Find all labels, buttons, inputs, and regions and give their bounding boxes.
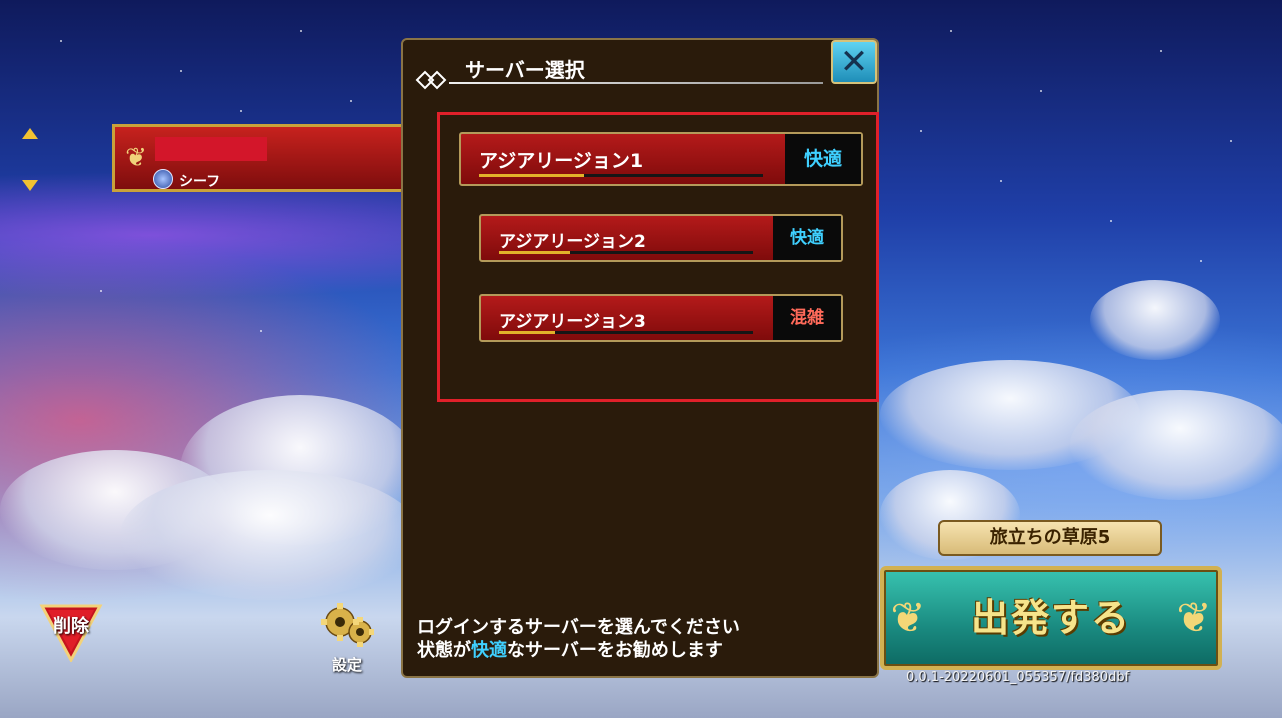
server-item[interactable]: アジアリージョン1 快適: [459, 132, 863, 186]
scroll-up-arrow-icon[interactable]: [22, 128, 38, 139]
ornament-icon: ❦: [125, 143, 147, 173]
server-load-bar: [479, 174, 763, 177]
server-load-fill: [499, 251, 571, 254]
server-load-bar: [499, 251, 753, 254]
server-status: 快適: [773, 216, 841, 260]
message-suffix: なサーバーをお勧めします: [507, 640, 723, 661]
server-name: アジアリージョン3: [499, 312, 646, 332]
title-divider: [449, 82, 823, 84]
server-status: 快適: [785, 134, 861, 184]
server-item[interactable]: アジアリージョン2 快適: [479, 214, 843, 262]
delete-button[interactable]: 削除: [38, 602, 104, 662]
character-class: シーフ: [179, 174, 221, 190]
area-name-label: 旅立ちの草原5: [938, 520, 1162, 556]
settings-label[interactable]: 設定: [318, 654, 376, 675]
dialog-message: ログインするサーバーを選んでください 状態が快適なサーバーをお勧めします: [417, 616, 740, 662]
close-icon: ✕: [839, 42, 869, 82]
message-prefix: 状態が: [417, 640, 471, 661]
version-text: 0.0.1-20220601_055357/fd380dbf: [906, 670, 1130, 685]
close-button[interactable]: ✕: [831, 40, 877, 84]
server-select-dialog: サーバー選択 ✕ アジアリージョン1 快適 アジアリージョン2 快適 アジアリー…: [401, 38, 879, 678]
character-card[interactable]: ❦ シーフ: [112, 124, 412, 192]
depart-button[interactable]: ❦ ❦ 出発する: [880, 566, 1222, 670]
dialog-title: サーバー選択: [465, 58, 585, 82]
server-status: 混雑: [773, 296, 841, 340]
scroll-down-arrow-icon[interactable]: [22, 180, 38, 191]
message-line-2: 状態が快適なサーバーをお勧めします: [417, 639, 740, 662]
character-name-redacted: [155, 137, 267, 161]
server-load-fill: [499, 331, 555, 334]
server-load-bar: [499, 331, 753, 334]
server-name: アジアリージョン2: [499, 232, 646, 252]
message-accent: 快適: [471, 640, 507, 661]
server-item[interactable]: アジアリージョン3 混雑: [479, 294, 843, 342]
message-line-1: ログインするサーバーを選んでください: [417, 617, 740, 638]
depart-label: 出発する: [970, 596, 1131, 640]
server-name: アジアリージョン1: [479, 150, 644, 172]
delete-label: 削除: [53, 616, 89, 637]
server-load-fill: [479, 174, 585, 177]
gear-icon[interactable]: [318, 600, 376, 650]
shield-icon: [153, 169, 173, 189]
title-diamond-icon: [415, 70, 447, 90]
